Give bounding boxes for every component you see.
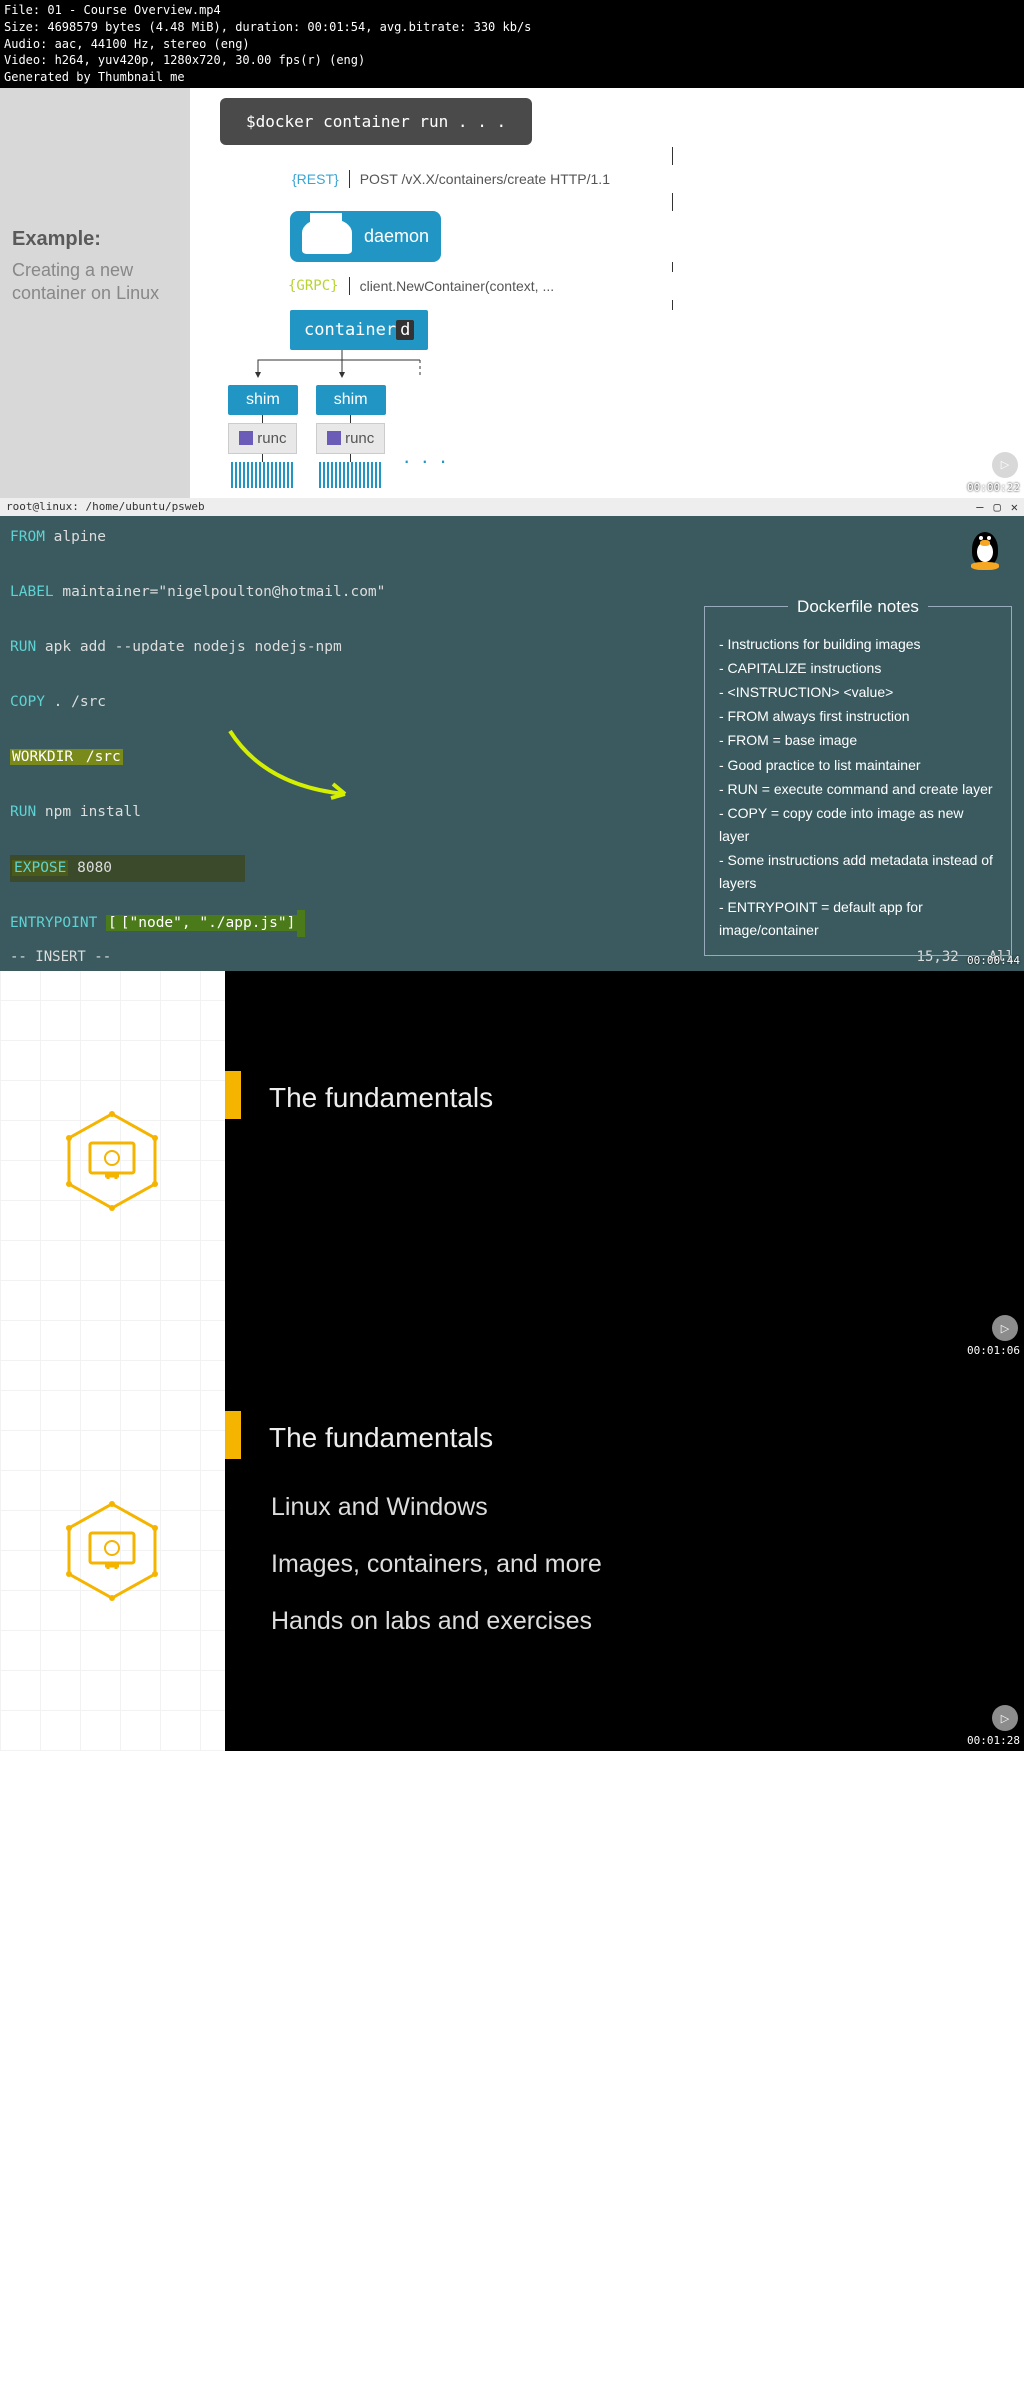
frame3-left-pattern bbox=[0, 971, 225, 1361]
slide-heading: The fundamentals bbox=[269, 1422, 493, 1454]
close-icon: ✕ bbox=[1011, 500, 1018, 514]
timestamp-2: 00:00:44 bbox=[967, 954, 1020, 967]
thumbnail-frame-2: root@linux: /home/ubuntu/psweb — ▢ ✕ FRO… bbox=[0, 498, 1024, 971]
meta-size: Size: 4698579 bytes (4.48 MiB), duration… bbox=[4, 19, 1020, 36]
meta-generated: Generated by Thumbnail me bbox=[4, 69, 1020, 86]
runc-icon bbox=[239, 431, 253, 445]
hexagon-monitor-icon bbox=[62, 1501, 162, 1601]
terminal-body: FROM alpine LABEL maintainer="nigelpoult… bbox=[0, 516, 1024, 945]
meta-video: Video: h264, yuv420p, 1280x720, 30.00 fp… bbox=[4, 52, 1020, 69]
shim-runc-column-2: shim runc bbox=[316, 385, 386, 488]
grpc-call-text: client.NewContainer(context, ... bbox=[360, 278, 555, 294]
notes-item: - ENTRYPOINT = default app for image/con… bbox=[719, 896, 997, 942]
dockerfile-run2: RUN bbox=[10, 804, 36, 820]
notes-title: Dockerfile notes bbox=[788, 593, 928, 621]
meta-audio: Audio: aac, 44100 Hz, stereo (eng) bbox=[4, 36, 1020, 53]
maximize-icon: ▢ bbox=[994, 500, 1001, 514]
thumbnail-frame-1: Example: Creating a new container on Lin… bbox=[0, 88, 1024, 498]
docker-whale-icon bbox=[302, 219, 352, 254]
daemon-label: daemon bbox=[364, 226, 429, 247]
example-label: Example: bbox=[12, 228, 178, 251]
container-icon bbox=[231, 462, 295, 488]
slide-heading: The fundamentals bbox=[269, 1082, 493, 1114]
ellipsis-dots: . . . bbox=[404, 443, 450, 469]
dockerfile-entrypoint: ENTRYPOINT bbox=[10, 915, 97, 931]
dockerfile-run: RUN bbox=[10, 639, 36, 655]
notes-item: - FROM = base image bbox=[719, 729, 997, 752]
notes-item: - RUN = execute command and create layer bbox=[719, 778, 997, 801]
timestamp-3: 00:01:06 bbox=[967, 1344, 1020, 1357]
video-metadata-header: File: 01 - Course Overview.mp4 Size: 469… bbox=[0, 0, 1024, 88]
dockerfile-expose: EXPOSE bbox=[12, 860, 68, 876]
shim-box: shim bbox=[228, 385, 298, 415]
http-post-text: POST /vX.X/containers/create HTTP/1.1 bbox=[360, 171, 610, 187]
runc-box: runc bbox=[228, 423, 297, 454]
cursor bbox=[297, 910, 305, 938]
branch-lines bbox=[230, 350, 490, 380]
thumbnail-frame-4: The fundamentals Linux and Windows Image… bbox=[0, 1361, 1024, 1751]
example-description: Creating a new container on Linux bbox=[12, 259, 178, 306]
grpc-label: {GRPC} bbox=[288, 278, 339, 294]
terminal-titlebar: root@linux: /home/ubuntu/psweb — ▢ ✕ bbox=[0, 498, 1024, 516]
thumbnail-frame-3: The fundamentals ▷ 00:01:06 bbox=[0, 971, 1024, 1361]
container-icon bbox=[319, 462, 383, 488]
frame3-content: The fundamentals ▷ 00:01:06 bbox=[225, 971, 1024, 1361]
runc-box: runc bbox=[316, 423, 385, 454]
frame4-left-pattern bbox=[0, 1361, 225, 1751]
minimize-icon: — bbox=[976, 500, 983, 514]
tux-linux-icon bbox=[966, 524, 1004, 570]
notes-item: - Some instructions add metadata instead… bbox=[719, 849, 997, 895]
daemon-box: daemon bbox=[290, 211, 441, 262]
runc-icon bbox=[327, 431, 341, 445]
play-icon: ▷ bbox=[992, 1705, 1018, 1731]
dockerfile-copy: COPY bbox=[10, 694, 45, 710]
dockerfile-workdir: WORKDIR bbox=[10, 749, 75, 765]
rest-label: {REST} bbox=[292, 171, 339, 187]
dockerfile-from: FROM bbox=[10, 529, 45, 545]
notes-item: - Good practice to list maintainer bbox=[719, 754, 997, 777]
frame1-sidebar: Example: Creating a new container on Lin… bbox=[0, 88, 190, 498]
notes-item: - <INSTRUCTION> <value> bbox=[719, 681, 997, 704]
frame1-diagram: $docker container run . . . {REST} POST … bbox=[190, 88, 1024, 498]
hexagon-monitor-icon bbox=[62, 1111, 162, 1211]
notes-item: - COPY = copy code into image as new lay… bbox=[719, 802, 997, 848]
window-controls: — ▢ ✕ bbox=[976, 500, 1018, 514]
play-icon: ▷ bbox=[992, 452, 1018, 478]
yellow-accent-bar bbox=[225, 1071, 241, 1119]
notes-item: - Instructions for building images bbox=[719, 633, 997, 656]
play-icon: ▷ bbox=[992, 1315, 1018, 1341]
dockerfile-notes-panel: Dockerfile notes - Instructions for buil… bbox=[704, 606, 1012, 956]
notes-item: - FROM always first instruction bbox=[719, 705, 997, 728]
yellow-accent-bar bbox=[225, 1411, 241, 1459]
containerd-box: containerd bbox=[290, 310, 428, 350]
notes-item: - CAPITALIZE instructions bbox=[719, 657, 997, 680]
terminal-title: root@linux: /home/ubuntu/psweb bbox=[6, 500, 205, 513]
dockerfile-label: LABEL bbox=[10, 584, 54, 600]
timestamp-4: 00:01:28 bbox=[967, 1734, 1020, 1747]
shim-box: shim bbox=[316, 385, 386, 415]
slide-bullet: Images, containers, and more bbox=[271, 1550, 1024, 1579]
docker-command-box: $docker container run . . . bbox=[220, 98, 532, 145]
slide-bullet: Linux and Windows bbox=[271, 1493, 1024, 1522]
shim-runc-column-1: shim runc bbox=[228, 385, 298, 488]
timestamp-1: 00:00:22 bbox=[967, 481, 1020, 494]
meta-file: File: 01 - Course Overview.mp4 bbox=[4, 2, 1020, 19]
vim-mode: -- INSERT -- bbox=[10, 949, 111, 965]
frame4-content: The fundamentals Linux and Windows Image… bbox=[225, 1361, 1024, 1751]
slide-bullet: Hands on labs and exercises bbox=[271, 1607, 1024, 1636]
